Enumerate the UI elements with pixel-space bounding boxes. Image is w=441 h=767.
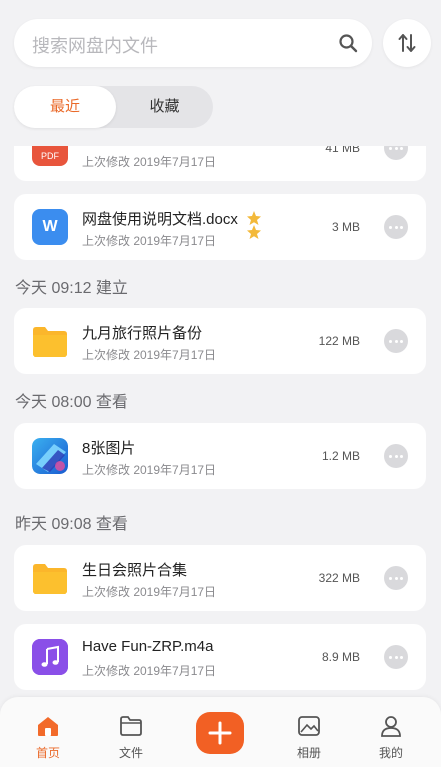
file-name: 网盘使用说明文档.docx [82,211,238,228]
file-modified: 上次修改 2019年7月17日 [82,234,217,248]
file-size: 41 MB [325,146,360,155]
file-modified: 上次修改 2019年7月17日 [82,664,217,678]
nav-files[interactable]: 文件 [101,715,161,761]
more-options-icon[interactable] [384,566,408,590]
folder-outline-icon [120,716,142,736]
music-note-icon [32,639,68,675]
file-name: 8张图片 [82,440,136,457]
star-icon [247,211,261,239]
file-list[interactable]: PDF 上次修改 2019年7月17日 41 MB W 网盘使用说明文档.doc… [0,146,441,696]
tab-recent[interactable]: 最近 [14,86,116,128]
plus-icon [208,721,232,745]
file-card[interactable]: 生日会照片合集 上次修改 2019年7月17日 322 MB [14,545,426,611]
group-header: 今天 09:12 建立 [15,280,128,297]
nav-profile-label: 我的 [378,746,403,760]
home-icon [38,717,58,736]
file-modified: 上次修改 2019年7月17日 [82,155,217,169]
file-card[interactable]: Have Fun-ZRP.m4a 上次修改 2019年7月17日 8.9 MB [14,624,426,690]
more-options-icon[interactable] [384,444,408,468]
nav-files-label: 文件 [118,746,143,760]
folder-icon [33,327,67,357]
file-size: 3 MB [331,220,360,234]
file-card[interactable]: 九月旅行照片备份 上次修改 2019年7月17日 122 MB [14,308,426,374]
file-name: 生日会照片合集 [82,562,188,579]
word-doc-icon: W [32,209,68,245]
more-options-icon[interactable] [384,329,408,353]
group-header: 昨天 09:08 查看 [15,516,128,533]
tab-favorites[interactable]: 收藏 [116,86,213,128]
file-card[interactable]: W 网盘使用说明文档.docx 上次修改 2019年7月17日 3 MB [14,194,426,260]
profile-icon [381,716,401,737]
more-options-icon[interactable] [384,146,408,160]
file-size: 8.9 MB [321,650,360,664]
pdf-icon: PDF [32,146,68,166]
group-header: 今天 08:00 查看 [15,394,128,411]
nav-home[interactable]: 首页 [18,715,78,761]
file-card[interactable]: 8张图片 上次修改 2019年7月17日 1.2 MB [14,423,426,489]
nav-album-label: 相册 [296,746,321,760]
photo-album-icon [298,716,320,736]
file-modified: 上次修改 2019年7月17日 [82,348,217,362]
sort-icon [398,34,416,52]
folder-icon [33,564,67,594]
file-modified: 上次修改 2019年7月17日 [82,585,217,599]
nav-profile[interactable]: 我的 [361,715,421,761]
file-name: Have Fun-ZRP.m4a [82,638,214,655]
nav-home-label: 首页 [35,746,60,760]
add-button[interactable] [196,712,244,754]
search-placeholder: 搜索网盘内文件 [32,36,158,56]
sort-button[interactable] [383,19,431,67]
bottom-nav: 首页 文件 相册 我的 [0,697,441,767]
file-size: 322 MB [318,571,360,585]
search-icon[interactable] [338,33,358,53]
search-bar[interactable]: 搜索网盘内文件 [14,19,372,67]
file-size: 122 MB [318,334,360,348]
file-modified: 上次修改 2019年7月17日 [82,463,217,477]
more-options-icon[interactable] [384,645,408,669]
more-options-icon[interactable] [384,215,408,239]
file-size: 1.2 MB [321,449,360,463]
recent-favorites-tabs: 最近 收藏 [14,86,213,128]
nav-album[interactable]: 相册 [279,715,339,761]
file-name: 九月旅行照片备份 [82,325,203,342]
image-thumbnail-icon [32,438,68,474]
file-card[interactable]: PDF 上次修改 2019年7月17日 41 MB [14,146,426,181]
